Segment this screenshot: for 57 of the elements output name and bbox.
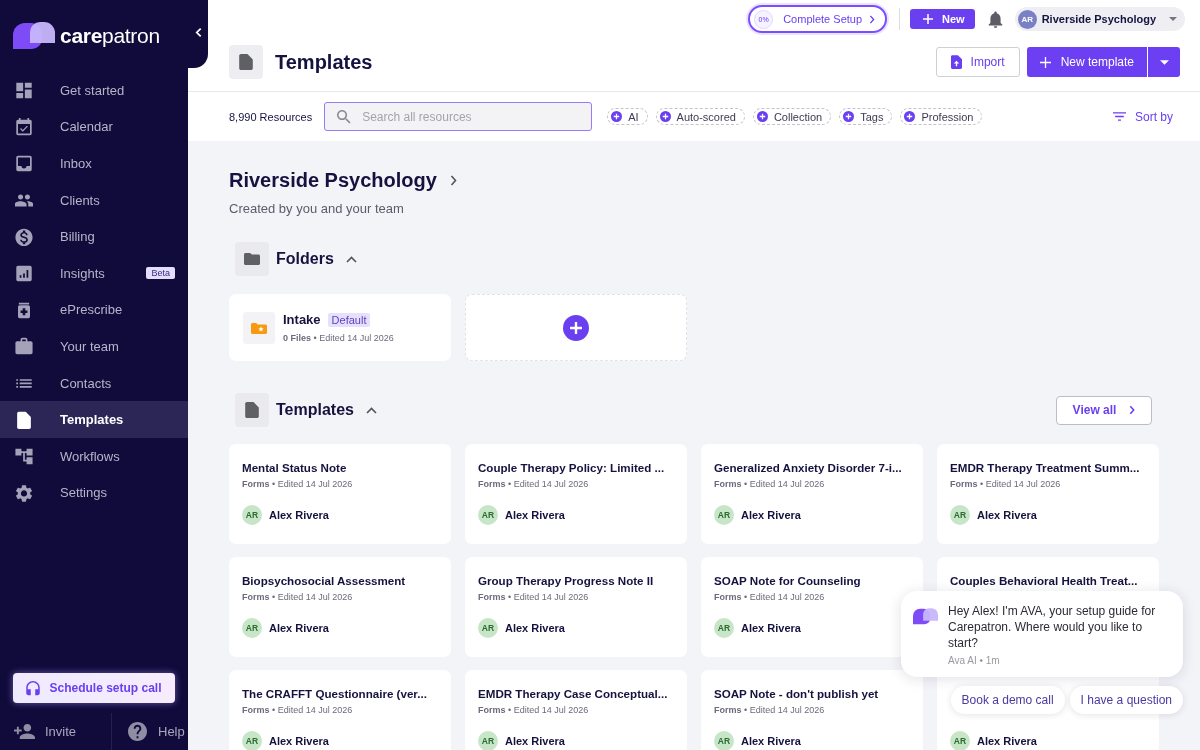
template-title: Generalized Anxiety Disorder 7-i... (714, 461, 902, 474)
avatar: AR (242, 618, 262, 638)
avatar: AR (950, 505, 970, 525)
section-title: Folders (276, 250, 334, 268)
avatar: AR (478, 505, 498, 525)
avatar: AR (714, 731, 734, 750)
author-name: Alex Rivera (741, 622, 801, 634)
avatar: AR (714, 505, 734, 525)
template-title: SOAP Note for Counseling (714, 574, 861, 587)
template-title: The CRAFFT Questionnaire (ver... (242, 687, 427, 700)
template-title: Group Therapy Progress Note II (478, 574, 654, 587)
template-meta: Forms • Edited 14 Jul 2026 (714, 592, 825, 602)
avatar: AR (478, 618, 498, 638)
folder-meta: 0 Files • Edited 14 Jul 2026 (283, 333, 394, 343)
workspace-title: Riverside Psychology (229, 168, 437, 192)
template-title: SOAP Note - don't publish yet (714, 687, 879, 700)
logo-text: carepatron (60, 24, 160, 48)
template-meta: Forms • Edited 14 Jul 2026 (478, 705, 589, 715)
chat-meta: Ava AI • 1m (948, 655, 1000, 666)
author-name: Alex Rivera (977, 735, 1037, 747)
author-name: Alex Rivera (505, 622, 565, 634)
author-name: Alex Rivera (505, 735, 565, 747)
avatar: AR (950, 731, 970, 750)
template-title: Couples Behavioral Health Treat... (950, 574, 1138, 587)
template-meta: Forms • Edited 14 Jul 2026 (714, 705, 825, 715)
beta-tag: Beta (146, 267, 175, 280)
avatar: AR (478, 731, 498, 750)
author-name: Alex Rivera (741, 509, 801, 521)
author-name: Alex Rivera (741, 735, 801, 747)
template-meta: Forms • Edited 14 Jul 2026 (242, 592, 353, 602)
resource-count: 8,990 Resources (229, 110, 313, 123)
avatar: AR (714, 618, 734, 638)
template-title: Couple Therapy Policy: Limited ... (478, 461, 665, 474)
template-meta: Forms • Edited 14 Jul 2026 (242, 479, 353, 489)
chat-message: Hey Alex! I'm AVA, your setup guide for Carepatron. Where would you like to start? (948, 603, 1157, 651)
default-tag: Default (327, 312, 371, 327)
template-meta: Forms • Edited 14 Jul 2026 (242, 705, 353, 715)
avatar: AR (1017, 9, 1037, 29)
template-meta: Forms • Edited 14 Jul 2026 (478, 479, 589, 489)
template-meta: Forms • Edited 14 Jul 2026 (478, 592, 589, 602)
author-name: Alex Rivera (505, 509, 565, 521)
avatar: AR (242, 731, 262, 750)
section-title: Templates (276, 401, 354, 419)
author-name: Alex Rivera (977, 509, 1037, 521)
template-title: Mental Status Note (242, 461, 347, 474)
folder-name: Intake (283, 312, 321, 327)
template-meta: Forms • Edited 14 Jul 2026 (714, 479, 825, 489)
author-name: Alex Rivera (269, 509, 329, 521)
avatar: AR (242, 505, 262, 525)
template-title: Biopsychosocial Assessment (242, 574, 406, 587)
author-name: Alex Rivera (269, 622, 329, 634)
page-title: Templates (275, 50, 373, 74)
workspace-subtitle: Created by you and your team (229, 201, 404, 216)
template-meta: Forms • Edited 14 Jul 2026 (950, 479, 1061, 489)
author-name: Alex Rivera (269, 735, 329, 747)
template-title: EMDR Therapy Treatment Summ... (950, 461, 1140, 474)
template-title: EMDR Therapy Case Conceptual... (478, 687, 668, 700)
